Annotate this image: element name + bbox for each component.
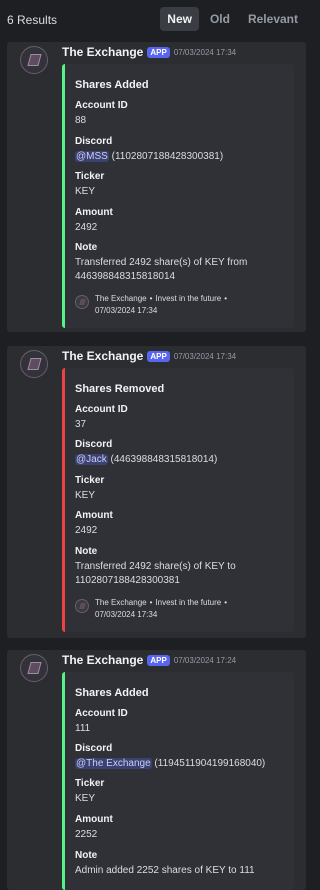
embed-footer: The Exchange • Invest in the future • 07/03/…	[75, 597, 285, 621]
field-note-value: Admin added 2252 shares of KEY to 111	[75, 865, 255, 876]
field-discord-label: Discord	[75, 136, 113, 147]
sort-tab-relevant[interactable]: Relevant	[241, 7, 305, 31]
field-ticker-label: Ticker	[75, 475, 105, 486]
field-discord-value: @The Exchange (1194511904199168040)	[75, 757, 285, 771]
search-results-header: 6 Results New Old Relevant	[0, 0, 309, 40]
exchange-logo-icon	[26, 358, 42, 370]
field-note-value: Transferred 2492 share(s) of KEY to 1102…	[75, 561, 236, 586]
embed-footer: The Exchange • Invest in the future • 07/03/…	[75, 293, 285, 317]
field-amount-value: 2492	[75, 525, 98, 536]
field-account-label: Account ID	[75, 404, 128, 415]
user-mention[interactable]: @MSS	[75, 151, 109, 162]
search-result-message[interactable]: The Exchange APP 07/03/2024 17:34 Shares…	[7, 42, 306, 332]
author-name[interactable]: The Exchange	[62, 45, 143, 59]
field-account-value: 37	[75, 419, 87, 430]
footer-name: The Exchange	[95, 598, 147, 607]
footer-tagline: Invest in the future	[155, 294, 222, 303]
embed-title: Shares Added	[75, 79, 149, 91]
field-note-label: Note	[75, 242, 98, 253]
field-ticker-label: Ticker	[75, 171, 105, 182]
message-timestamp[interactable]: 07/03/2024 17:34	[174, 48, 236, 57]
footer-time: 07/03/2024 17:34	[95, 610, 158, 619]
field-discord-label: Discord	[75, 743, 113, 754]
field-note-label: Note	[75, 546, 98, 557]
field-amount-value: 2492	[75, 222, 98, 233]
embed-title: Shares Removed	[75, 383, 165, 395]
field-amount-label: Amount	[75, 207, 113, 218]
app-badge: APP	[147, 654, 170, 666]
field-ticker-value: KEY	[75, 186, 96, 197]
field-ticker-value: KEY	[75, 490, 96, 501]
app-badge: APP	[147, 350, 170, 362]
field-discord-value: @MSS (1102807188428300381)	[75, 150, 285, 164]
field-ticker-label: Ticker	[75, 778, 105, 789]
avatar[interactable]	[20, 46, 48, 74]
sort-tab-new[interactable]: New	[160, 7, 199, 31]
embed-card: Shares Added Account ID 88 Discord @MSS …	[62, 64, 294, 328]
field-account-label: Account ID	[75, 100, 128, 111]
discord-id: (1102807188428300381)	[111, 151, 224, 162]
search-result-message[interactable]: The Exchange APP 07/03/2024 17:34 Shares…	[7, 346, 306, 638]
footer-name: The Exchange	[95, 294, 147, 303]
embed-card: Shares Removed Account ID 37 Discord @Ja…	[62, 368, 294, 632]
field-note-label: Note	[75, 850, 98, 861]
user-mention[interactable]: @Jack	[75, 454, 108, 465]
footer-time: 07/03/2024 17:34	[95, 306, 158, 315]
field-amount-value: 2252	[75, 829, 98, 840]
avatar[interactable]	[20, 654, 48, 682]
embed-title: Shares Added	[75, 687, 149, 699]
message-header: The Exchange APP 07/03/2024 17:34	[62, 349, 236, 363]
sort-tabs: New Old Relevant	[160, 7, 305, 31]
sort-tab-old[interactable]: Old	[203, 7, 237, 31]
exchange-logo-icon	[26, 662, 42, 674]
message-header: The Exchange APP 07/03/2024 17:24	[62, 653, 236, 667]
field-account-value: 88	[75, 115, 87, 126]
user-mention[interactable]: @The Exchange	[75, 758, 152, 769]
app-badge: APP	[147, 46, 170, 58]
results-count: 6 Results	[7, 13, 58, 27]
message-header: The Exchange APP 07/03/2024 17:34	[62, 45, 236, 59]
exchange-logo-icon	[26, 54, 42, 66]
footer-logo-icon	[75, 295, 89, 309]
field-amount-label: Amount	[75, 814, 113, 825]
field-account-label: Account ID	[75, 708, 128, 719]
footer-logo-icon	[75, 599, 89, 613]
author-name[interactable]: The Exchange	[62, 653, 143, 667]
discord-id: (1194511904199168040)	[154, 758, 266, 769]
search-result-message[interactable]: The Exchange APP 07/03/2024 17:24 Shares…	[7, 650, 306, 890]
field-account-value: 111	[75, 723, 91, 734]
discord-id: (446398848315818014)	[110, 454, 218, 465]
field-ticker-value: KEY	[75, 793, 96, 804]
footer-tagline: Invest in the future	[155, 598, 222, 607]
field-note-value: Transferred 2492 share(s) of KEY from 44…	[75, 257, 248, 282]
message-timestamp[interactable]: 07/03/2024 17:24	[174, 656, 236, 665]
field-discord-value: @Jack (446398848315818014)	[75, 453, 285, 467]
author-name[interactable]: The Exchange	[62, 349, 143, 363]
field-discord-label: Discord	[75, 439, 113, 450]
avatar[interactable]	[20, 350, 48, 378]
embed-card: Shares Added Account ID 111 Discord @The…	[62, 672, 294, 890]
field-amount-label: Amount	[75, 510, 113, 521]
message-timestamp[interactable]: 07/03/2024 17:34	[174, 352, 236, 361]
